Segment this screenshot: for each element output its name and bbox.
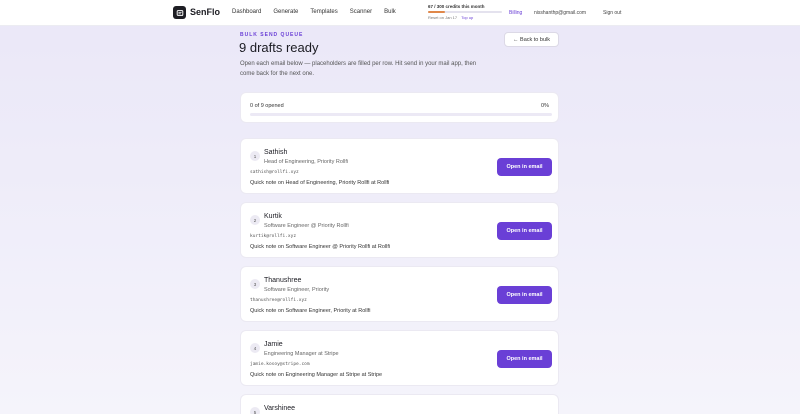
credits-meter: 67 / 300 credits this month Reset on Jan… — [428, 4, 504, 20]
draft-subject: Quick note on Engineering Manager at Str… — [250, 372, 383, 378]
user-email: nisshanthp@gmail.com — [534, 10, 587, 16]
draft-card: 2 Kurtik Software Engineer @ Priority Ro… — [240, 202, 559, 258]
progress-percent: 0% — [541, 103, 549, 109]
signout-button[interactable]: Sign out — [603, 10, 621, 16]
back-to-bulk-button[interactable]: ← Back to bulk — [504, 32, 559, 47]
recipient-name: Jamie — [264, 341, 283, 348]
recipient-email: thanushree@rollfi.xyz — [250, 298, 307, 303]
draft-subject: Quick note on Software Engineer @ Priori… — [250, 244, 391, 250]
recipient-name: Thanushree — [264, 277, 302, 284]
nav-templates[interactable]: Templates — [310, 9, 337, 15]
draft-number: 5 — [250, 407, 260, 414]
nav-generate[interactable]: Generate — [273, 9, 298, 15]
draft-card: 4 Jamie Engineering Manager at Stripe ja… — [240, 330, 559, 386]
draft-card: 3 Thanushree Software Engineer, Priority… — [240, 266, 559, 322]
recipient-name: Sathish — [264, 149, 288, 156]
draft-subject: Quick note on Head of Engineering, Prior… — [250, 180, 390, 186]
progress-track — [250, 113, 552, 116]
credits-text: 67 / 300 credits this month — [428, 4, 485, 9]
progress-card: 0 of 9 opened 0% — [240, 92, 559, 123]
page-title: 9 drafts ready — [239, 40, 319, 55]
logo-icon[interactable] — [173, 6, 186, 19]
page-description: Open each email below — placeholders are… — [240, 61, 477, 77]
draft-number: 1 — [250, 151, 260, 161]
topup-link[interactable]: Top up — [461, 15, 473, 20]
progress-label: 0 of 9 opened — [250, 103, 284, 109]
billing-link[interactable]: Billing — [509, 10, 522, 16]
recipient-email: kurtik@rollfi.xyz — [250, 234, 297, 239]
open-in-email-button[interactable]: Open in email — [497, 222, 552, 240]
draft-number: 3 — [250, 279, 260, 289]
recipient-role: Engineering Manager at Stripe — [264, 351, 339, 357]
credits-reset-row: Reset on Jan 17 Top up — [428, 15, 504, 20]
top-navbar: SenFlo Dashboard Generate Templates Scan… — [0, 0, 800, 26]
draft-number: 2 — [250, 215, 260, 225]
recipient-email: sathish@rollfi.xyz — [250, 170, 299, 175]
recipient-role: Software Engineer @ Priority Rollfi — [264, 223, 349, 229]
draft-card: 5 Varshinee — [240, 394, 559, 414]
recipient-name: Kurtik — [264, 213, 282, 220]
credits-bar-fill — [428, 11, 445, 13]
nav-bulk[interactable]: Bulk — [384, 9, 396, 15]
credits-reset-text: Reset on Jan 17 — [428, 15, 458, 20]
eyebrow-label: BULK SEND QUEUE — [240, 32, 304, 38]
draft-number: 4 — [250, 343, 260, 353]
open-in-email-button[interactable]: Open in email — [497, 350, 552, 368]
credits-bar — [428, 11, 502, 13]
recipient-email: jamie.kosoy@stripe.com — [250, 362, 310, 367]
draft-card: 1 Sathish Head of Engineering, Priority … — [240, 138, 559, 194]
draft-subject: Quick note on Software Engineer, Priorit… — [250, 308, 371, 314]
recipient-role: Head of Engineering, Priority Rollfi — [264, 159, 349, 165]
main-nav: Dashboard Generate Templates Scanner Bul… — [232, 9, 408, 15]
recipient-name: Varshinee — [264, 405, 296, 412]
open-in-email-button[interactable]: Open in email — [497, 158, 552, 176]
brand-name[interactable]: SenFlo — [190, 7, 220, 17]
recipient-role: Software Engineer, Priority — [264, 287, 330, 293]
open-in-email-button[interactable]: Open in email — [497, 286, 552, 304]
nav-dashboard[interactable]: Dashboard — [232, 9, 261, 15]
nav-scanner[interactable]: Scanner — [350, 9, 372, 15]
